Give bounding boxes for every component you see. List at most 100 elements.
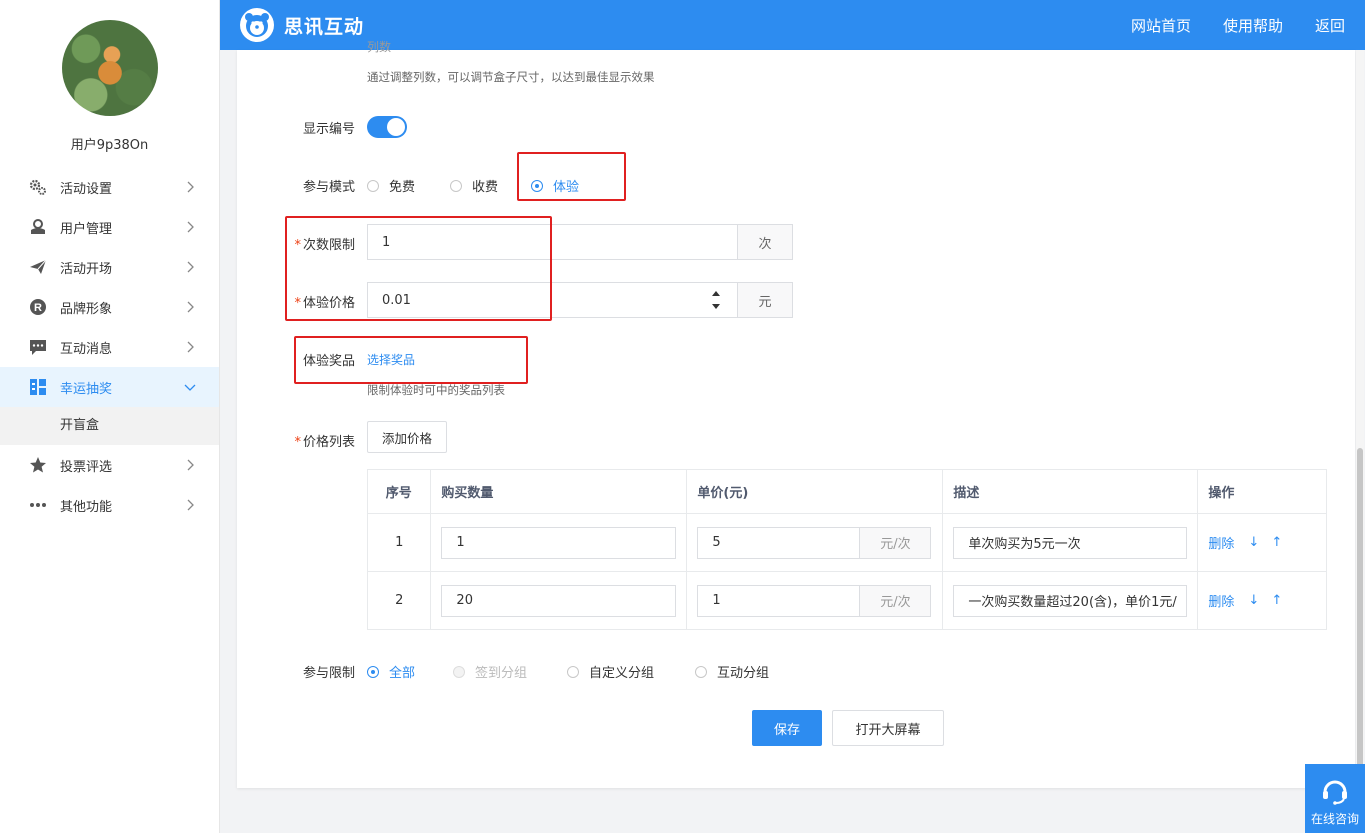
chevron-right-icon bbox=[187, 261, 194, 273]
bear-logo-icon bbox=[240, 8, 274, 42]
price-unit-addon: 元/次 bbox=[860, 526, 932, 559]
radio-label: 全部 bbox=[389, 666, 416, 681]
sidebar-item-label: 用户管理 bbox=[60, 221, 113, 237]
description-input[interactable]: 一次购买数量超过20(含)，单价1元/ bbox=[953, 584, 1188, 617]
unit-price-input[interactable]: 5 bbox=[697, 526, 861, 559]
star-icon bbox=[28, 455, 48, 475]
cols-hint: 通过调整列数，可以调节盒子尺寸，以达到最佳显示效果 bbox=[367, 70, 655, 84]
online-consult-label: 在线咨询 bbox=[1310, 812, 1359, 826]
radio-icon bbox=[450, 179, 462, 192]
annotation-box-count-price bbox=[285, 216, 552, 321]
online-consult-button[interactable]: 在线咨询 bbox=[1305, 764, 1365, 833]
sidebar-item-interactive-messages[interactable]: 互动消息 bbox=[0, 327, 219, 367]
number-spinner-icon[interactable] bbox=[711, 288, 721, 312]
mode-radio-paid[interactable]: 收费 bbox=[450, 176, 498, 195]
radio-icon bbox=[695, 665, 707, 678]
logo-text: 思讯互动 bbox=[284, 15, 365, 38]
headset-icon bbox=[1323, 780, 1347, 805]
radio-label: 免费 bbox=[389, 180, 416, 195]
quantity-input[interactable]: 20 bbox=[441, 584, 677, 617]
radio-label: 签到分组 bbox=[475, 666, 528, 681]
radio-icon bbox=[567, 665, 579, 678]
price-unit-addon: 元/次 bbox=[860, 584, 932, 617]
chevron-down-icon bbox=[184, 384, 196, 391]
radio-label: 收费 bbox=[472, 180, 499, 195]
quantity-input[interactable]: 1 bbox=[441, 526, 677, 559]
radio-icon bbox=[453, 665, 465, 678]
paper-plane-icon bbox=[28, 257, 48, 277]
cols-hint-cut: 列数 bbox=[367, 40, 392, 54]
radio-label: 自定义分组 bbox=[589, 666, 655, 681]
sidebar-item-other-functions[interactable]: 其他功能 bbox=[0, 485, 219, 525]
gears-icon bbox=[28, 177, 48, 197]
radio-label: 互动分组 bbox=[717, 666, 770, 681]
radio-icon bbox=[367, 665, 379, 678]
sidebar-item-label: 互动消息 bbox=[60, 341, 113, 357]
top-nav: 网站首页 使用帮助 返回 bbox=[1119, 0, 1365, 50]
avatar[interactable] bbox=[62, 20, 158, 116]
restrict-radio-custom-group[interactable]: 自定义分组 bbox=[567, 662, 654, 681]
prize-hint: 限制体验时可中的奖品列表 bbox=[367, 383, 505, 397]
chevron-right-icon bbox=[187, 341, 194, 353]
sidebar-item-label: 活动开场 bbox=[60, 261, 113, 277]
mode-radio-free[interactable]: 免费 bbox=[367, 176, 415, 195]
row-number: 2 bbox=[366, 571, 432, 630]
sidebar-item-activity-settings[interactable]: 活动设置 bbox=[0, 167, 219, 207]
sidebar-item-label: 投票评选 bbox=[60, 459, 113, 475]
nav-back-link[interactable]: 返回 bbox=[1315, 15, 1345, 36]
lottery-icon bbox=[28, 377, 48, 397]
chevron-right-icon bbox=[187, 181, 194, 193]
table-header: 序号 bbox=[366, 469, 432, 514]
sidebar-item-activity-opening[interactable]: 活动开场 bbox=[0, 247, 219, 287]
table-header: 描述 bbox=[942, 469, 1199, 514]
restrict-radio-interactive-group[interactable]: 互动分组 bbox=[695, 662, 769, 681]
count-unit: 次 bbox=[737, 224, 793, 260]
table-row: 1 1 5 元/次 单次购买为5元一次 删除 ↓ ↑ bbox=[366, 513, 1327, 572]
row-number: 1 bbox=[366, 513, 432, 572]
sidebar-menu: 活动设置 用户管理 活动开场 R 品牌形象 互动消息 幸运抽奖 开盲盒 投票评选… bbox=[0, 167, 219, 525]
table-header: 单价(元) bbox=[686, 469, 944, 514]
restrict-radio-signin-group[interactable]: 签到分组 bbox=[453, 662, 527, 681]
username: 用户9p38On bbox=[70, 138, 149, 153]
sidebar-item-lucky-draw[interactable]: 幸运抽奖 bbox=[0, 367, 219, 407]
sidebar-item-brand-image[interactable]: R 品牌形象 bbox=[0, 287, 219, 327]
radio-icon bbox=[367, 179, 379, 192]
annotation-box-trial-prize bbox=[294, 336, 528, 384]
sidebar: 用户9p38On 活动设置 用户管理 活动开场 R 品牌形象 互动消息 幸运抽奖… bbox=[0, 0, 220, 833]
top-bar: 思讯互动 网站首页 使用帮助 返回 bbox=[220, 0, 1365, 50]
unit-price-input[interactable]: 1 bbox=[697, 584, 861, 617]
chevron-right-icon bbox=[187, 459, 194, 471]
table-row: 2 20 1 元/次 一次购买数量超过20(含)，单价1元/ 删除 ↓ ↑ bbox=[366, 571, 1327, 630]
sidebar-item-user-management[interactable]: 用户管理 bbox=[0, 207, 219, 247]
sidebar-item-label: 活动设置 bbox=[60, 181, 113, 197]
message-icon bbox=[28, 337, 48, 357]
move-down-icon[interactable]: ↓ bbox=[1248, 593, 1259, 608]
save-button[interactable]: 保存 bbox=[752, 710, 822, 746]
sidebar-item-label: 其他功能 bbox=[60, 499, 113, 515]
nav-help-link[interactable]: 使用帮助 bbox=[1223, 15, 1283, 36]
chevron-right-icon bbox=[187, 499, 194, 511]
delete-row-link[interactable]: 删除 bbox=[1208, 591, 1234, 610]
scrollbar-thumb[interactable] bbox=[1357, 448, 1363, 768]
open-big-screen-button[interactable]: 打开大屏幕 bbox=[832, 710, 944, 746]
mode-label: 参与模式 bbox=[302, 180, 355, 195]
move-up-icon[interactable]: ↑ bbox=[1271, 535, 1282, 550]
sidebar-subitem-blind-box[interactable]: 开盲盒 bbox=[0, 407, 219, 445]
description-input[interactable]: 单次购买为5元一次 bbox=[953, 526, 1188, 559]
move-down-icon[interactable]: ↓ bbox=[1248, 535, 1259, 550]
delete-row-link[interactable]: 删除 bbox=[1208, 533, 1234, 552]
price-unit: 元 bbox=[737, 282, 793, 318]
show-number-toggle[interactable] bbox=[367, 116, 407, 138]
move-up-icon[interactable]: ↑ bbox=[1271, 593, 1282, 608]
sidebar-item-label: 品牌形象 bbox=[60, 301, 113, 317]
registered-icon: R bbox=[28, 297, 48, 317]
restrict-radio-all[interactable]: 全部 bbox=[367, 662, 415, 681]
chevron-right-icon bbox=[187, 221, 194, 233]
add-price-button[interactable]: 添加价格 bbox=[367, 421, 447, 453]
logo[interactable]: 思讯互动 bbox=[240, 8, 364, 42]
sidebar-item-voting[interactable]: 投票评选 bbox=[0, 445, 219, 485]
price-list-label: * 价格列表 bbox=[294, 435, 355, 450]
nav-home-link[interactable]: 网站首页 bbox=[1131, 15, 1191, 36]
annotation-box-trial-mode bbox=[517, 152, 626, 201]
svg-text:R: R bbox=[34, 302, 42, 314]
